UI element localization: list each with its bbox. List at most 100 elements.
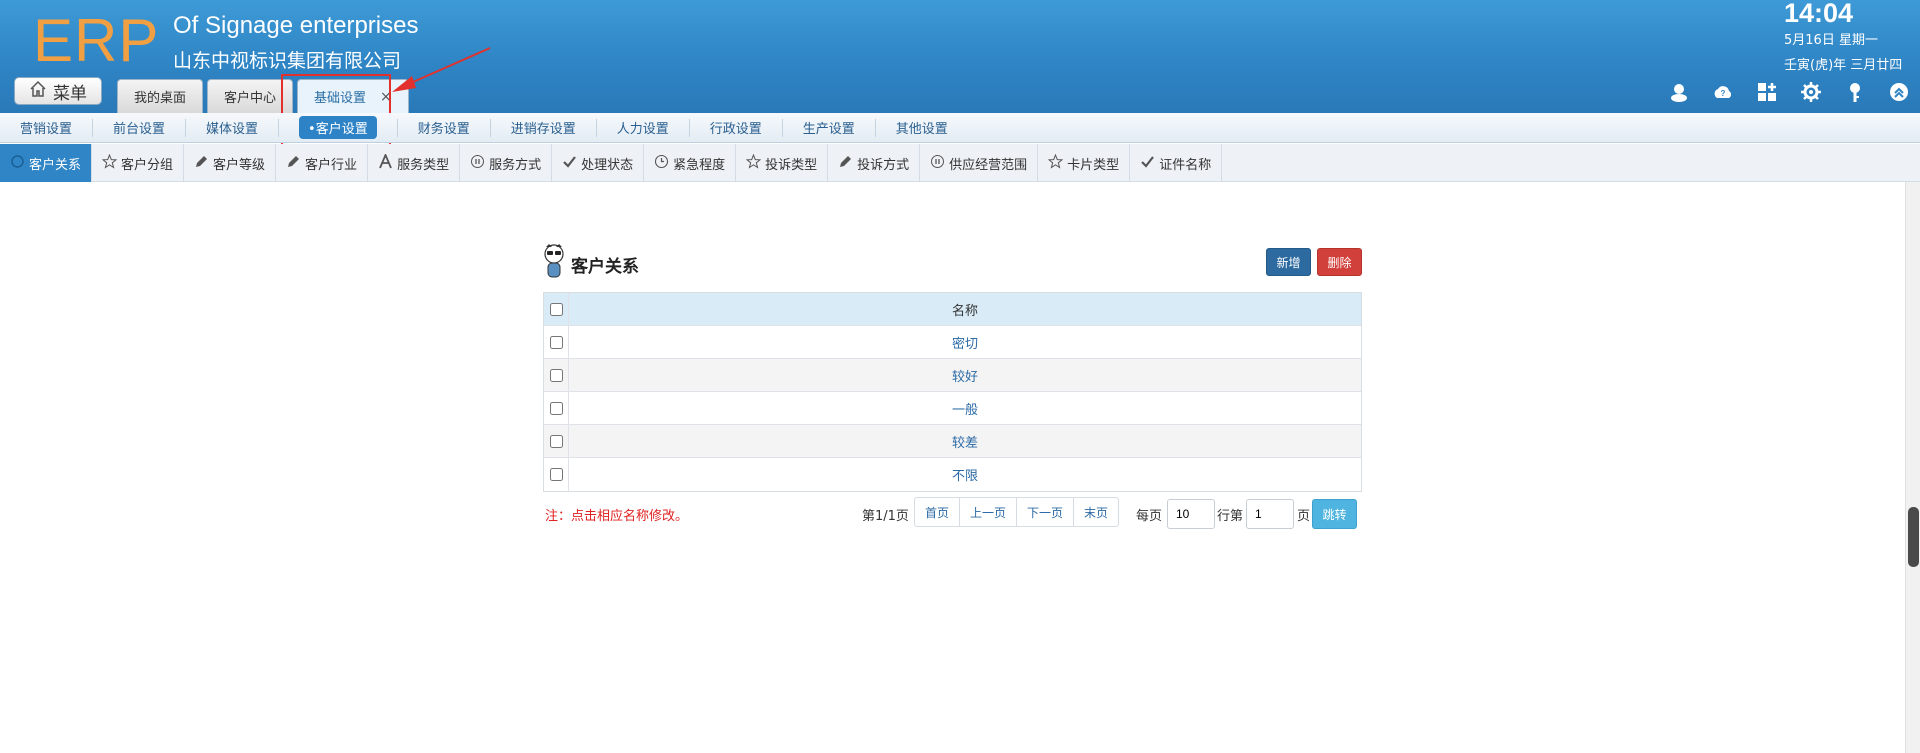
home-icon	[29, 80, 47, 103]
tab-process-status[interactable]: 处理状态	[552, 144, 645, 182]
last-page-button[interactable]: 末页	[1074, 498, 1118, 526]
row-checkbox[interactable]	[549, 434, 563, 448]
mascot-icon	[543, 244, 565, 285]
subnav-label: 财务设置	[417, 122, 470, 137]
tab-certificate-name[interactable]: 证件名称	[1130, 144, 1223, 182]
subnav-label: 行政设置	[709, 122, 762, 137]
page-label: 页	[1297, 509, 1311, 524]
tab-complaint-type[interactable]: 投诉类型	[736, 144, 829, 182]
tab-supply-scope[interactable]: 供应经营范围	[920, 144, 1039, 182]
vertical-scrollbar[interactable]	[1905, 182, 1920, 753]
subnav-item-hr[interactable]: 人力设置	[597, 118, 690, 137]
tab-card-type[interactable]: 卡片类型	[1038, 144, 1131, 182]
subnav-label: 营销设置	[20, 122, 73, 137]
subnav-item-customer[interactable]: •客户设置	[279, 116, 398, 139]
subnav-label: 其他设置	[895, 122, 948, 137]
subnav-item-marketing[interactable]: 营销设置	[0, 118, 94, 137]
tab-customer-level[interactable]: 客户等级	[184, 144, 277, 182]
gear-icon[interactable]	[1800, 81, 1822, 103]
subnav-item-finance[interactable]: 财务设置	[398, 118, 491, 137]
jump-button[interactable]: 跳转	[1312, 499, 1357, 529]
help-cloud-icon[interactable]: ?	[1712, 81, 1734, 103]
next-page-button[interactable]: 下一页	[1017, 498, 1075, 526]
prev-page-button[interactable]: 上一页	[960, 498, 1018, 526]
row-checkbox[interactable]	[549, 468, 563, 481]
tab-label: 投诉类型	[765, 157, 818, 173]
row-name-link[interactable]: 较差	[569, 425, 1361, 457]
circle-icon	[10, 154, 25, 173]
tab-label: 供应经营范围	[949, 157, 1028, 173]
user-icon[interactable]	[1668, 81, 1690, 103]
relation-table: 名称 密切 较好 一般 较差 不限	[543, 292, 1362, 492]
per-page-label: 每页	[1136, 509, 1163, 524]
subnav-item-admin[interactable]: 行政设置	[690, 118, 783, 137]
tab-complaint-method[interactable]: 投诉方式	[828, 144, 921, 182]
subnav-label: 媒体设置	[206, 122, 259, 137]
tab-customer-group[interactable]: 客户分组	[92, 144, 185, 182]
lunar-date: 壬寅(虎)年 三月廿四	[1784, 58, 1903, 73]
select-all-cell	[544, 293, 569, 325]
pencil-icon	[194, 154, 209, 173]
collapse-icon[interactable]	[1888, 81, 1910, 103]
pencil-icon	[286, 154, 301, 173]
column-header-name: 名称	[951, 303, 978, 319]
subnav-item-inventory[interactable]: 进销存设置	[491, 118, 597, 137]
scrollbar-thumb[interactable]	[1908, 507, 1919, 567]
star-icon	[745, 153, 762, 173]
tab-service-mode[interactable]: 服务方式	[460, 144, 553, 182]
pagination: 首页 上一页 下一页 末页	[914, 497, 1120, 527]
row-name-link[interactable]: 不限	[569, 458, 1361, 491]
pencil-icon	[838, 154, 853, 173]
subnav-item-production[interactable]: 生产设置	[783, 118, 876, 137]
row-name-link[interactable]: 较好	[569, 359, 1361, 391]
table-row: 一般	[544, 392, 1361, 425]
tab-label: 投诉方式	[857, 157, 910, 173]
clock-date: 5月16日 星期一	[1784, 33, 1878, 48]
add-button[interactable]: 新增	[1266, 248, 1311, 276]
svg-text:?: ?	[1721, 89, 1726, 98]
subnav-item-media[interactable]: 媒体设置	[186, 118, 280, 137]
subnav-item-front-desk[interactable]: 前台设置	[93, 118, 187, 137]
table-row: 不限	[544, 458, 1361, 491]
tab-customer-relation[interactable]: 客户关系	[0, 144, 93, 182]
row-checkbox[interactable]	[549, 368, 563, 382]
edit-hint-note: 注：点击相应名称修改。	[545, 509, 689, 524]
clock-icon	[654, 154, 669, 173]
panel-title: 客户关系	[543, 244, 639, 285]
delete-button[interactable]: 删除	[1317, 248, 1362, 276]
subnav-label: •客户设置	[299, 116, 377, 139]
row-name-link[interactable]: 密切	[569, 326, 1361, 358]
tab-customer-industry[interactable]: 客户行业	[276, 144, 369, 182]
apps-icon[interactable]	[1756, 81, 1778, 103]
subnav-label: 人力设置	[616, 122, 669, 137]
tab-label: 客户行业	[305, 157, 358, 173]
panel-title-text: 客户关系	[571, 257, 639, 277]
customer-settings-tabs: 客户关系 客户分组 客户等级 客户行业 服务类型 服务方式 处理状态 紧急程度 …	[0, 144, 1920, 182]
subnav-label: 进销存设置	[510, 122, 576, 137]
table-header-row: 名称	[544, 293, 1361, 326]
row-checkbox[interactable]	[549, 401, 563, 415]
tab-label: 服务类型	[397, 157, 450, 173]
first-page-button[interactable]: 首页	[915, 498, 961, 526]
table-row: 较差	[544, 425, 1361, 458]
row-checkbox-cell	[544, 359, 569, 391]
pause-icon	[470, 154, 485, 173]
row-checkbox-cell	[544, 425, 569, 457]
check-icon	[1140, 154, 1155, 173]
select-all-checkbox[interactable]	[549, 302, 563, 316]
tab-service-type[interactable]: 服务类型	[368, 144, 461, 182]
per-page-input[interactable]	[1167, 499, 1215, 529]
row-name-link[interactable]: 一般	[569, 392, 1361, 424]
tab-label: 客户关系	[29, 157, 82, 173]
page-number-input[interactable]	[1246, 499, 1294, 529]
tab-my-desktop[interactable]: 我的桌面	[117, 79, 204, 113]
tab-urgency[interactable]: 紧急程度	[644, 144, 737, 182]
logo: ERP	[33, 7, 160, 74]
clock-time: 14:04	[1784, 0, 1854, 28]
row-checkbox[interactable]	[549, 335, 563, 349]
settings-subnav: 营销设置 前台设置 媒体设置 •客户设置 财务设置 进销存设置 人力设置 行政设…	[0, 113, 1920, 143]
subnav-item-other[interactable]: 其他设置	[876, 119, 968, 137]
menu-button[interactable]: 菜单	[14, 77, 102, 105]
key-icon[interactable]	[1844, 81, 1866, 103]
star-icon	[101, 153, 118, 173]
